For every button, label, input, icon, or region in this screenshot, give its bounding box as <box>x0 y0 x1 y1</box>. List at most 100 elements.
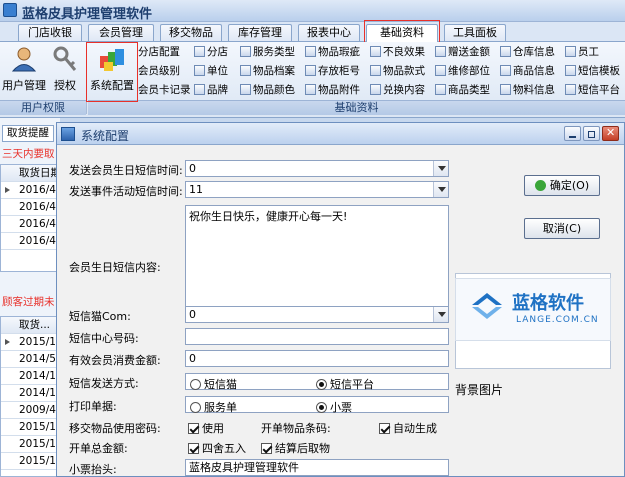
settle-checkbox[interactable]: 结算后取物 <box>261 440 330 456</box>
ok-button[interactable]: 确定(O) <box>524 175 600 196</box>
sms-platform-label: 短信平台 <box>578 84 620 96</box>
employee-item[interactable]: 员工 <box>565 44 599 60</box>
item-defect-item[interactable]: 物品瑕疵 <box>305 44 360 60</box>
min-spend-input[interactable]: 0 <box>185 350 449 367</box>
transfer-pwd-checkbox[interactable]: 使用 <box>188 420 224 436</box>
table-row[interactable]: 2015/1 <box>1 436 59 453</box>
product-type-item[interactable]: 商品类型 <box>435 82 490 98</box>
repair-part-item[interactable]: 维修部位 <box>435 63 490 79</box>
locker-no-item[interactable]: 存放柜号 <box>305 63 360 79</box>
material-info-item[interactable]: 物料信息 <box>500 82 555 98</box>
sms-method-cat-radio[interactable]: 短信猫 <box>190 376 237 392</box>
unit-label: 单位 <box>207 65 228 77</box>
item-color-item[interactable]: 物品颜色 <box>240 82 295 98</box>
tab-inventory[interactable]: 库存管理 <box>228 24 292 41</box>
table-icon <box>194 46 205 57</box>
exchange-content-label: 兑换内容 <box>383 84 425 96</box>
tab-transfer-items[interactable]: 移交物品 <box>160 24 222 41</box>
app-title: 蓝格皮具护理管理软件 <box>22 7 153 22</box>
locker-no-label: 存放柜号 <box>318 65 360 77</box>
table-row[interactable]: 2016/4/ <box>1 233 59 250</box>
table-icon <box>565 46 576 57</box>
table-row[interactable]: 2016/4/ <box>1 199 59 216</box>
grid-header[interactable]: 取货日期 <box>1 165 59 182</box>
chevron-down-icon[interactable] <box>433 161 448 176</box>
chevron-down-icon[interactable] <box>433 182 448 197</box>
table-row[interactable]: 2016/4/ <box>1 216 59 233</box>
unit-item[interactable]: 单位 <box>194 63 228 79</box>
table-row[interactable]: 2014/1 <box>1 368 59 385</box>
event-sms-time-label: 发送事件活动短信时间: <box>69 185 183 198</box>
table-row[interactable]: 2014/5 <box>1 351 59 368</box>
auth-button[interactable]: 授权 <box>48 44 82 98</box>
member-level-item[interactable]: 会员级别 <box>138 63 180 79</box>
table-icon <box>435 84 446 95</box>
print-service-radio[interactable]: 服务单 <box>190 399 237 415</box>
background-image-frame[interactable]: 蓝格软件 LANGE.COM.CN <box>455 273 611 369</box>
sms-center-input[interactable] <box>185 328 449 345</box>
dialog-title: 系统配置 <box>81 129 130 143</box>
table-icon <box>370 84 381 95</box>
print-label: 打印单据: <box>69 400 117 413</box>
minimize-button[interactable] <box>564 126 581 141</box>
member-card-record-item[interactable]: 会员卡记录 <box>138 82 191 98</box>
service-type-item[interactable]: 服务类型 <box>240 44 295 60</box>
close-button[interactable]: ✕ <box>602 126 619 141</box>
service-type-label: 服务类型 <box>253 46 295 58</box>
pickup-reminder-tab[interactable]: 取货提醒 <box>2 125 54 142</box>
product-info-item[interactable]: 商品信息 <box>500 63 555 79</box>
item-archive-item[interactable]: 物品档案 <box>240 63 295 79</box>
table-icon <box>240 46 251 57</box>
tab-member-mgmt[interactable]: 会员管理 <box>88 24 154 41</box>
exchange-content-item[interactable]: 兑换内容 <box>370 82 425 98</box>
table-row[interactable]: 2014/1 <box>1 385 59 402</box>
tab-tool-panel[interactable]: 工具面板 <box>444 24 506 41</box>
radio-off <box>190 379 201 390</box>
sms-method-platform-radio[interactable]: 短信平台 <box>316 376 374 392</box>
bad-effect-item[interactable]: 不良效果 <box>370 44 425 60</box>
round-checkbox[interactable]: 四舍五入 <box>188 440 246 456</box>
tab-store-checkout[interactable]: 门店收银 <box>18 24 82 41</box>
birthday-sms-content-textarea[interactable]: 祝你生日快乐，健康开心每一天! <box>185 205 449 309</box>
table-row[interactable]: 2015/1 <box>1 419 59 436</box>
maximize-button[interactable] <box>583 126 600 141</box>
warehouse-info-item[interactable]: 仓库信息 <box>500 44 555 60</box>
highlight-basic-data-tab <box>364 20 440 44</box>
bad-effect-label: 不良效果 <box>383 46 425 58</box>
table-row[interactable]: 2016/4/ <box>1 182 59 199</box>
user-icon <box>11 47 37 72</box>
table-row[interactable]: 2015/1 <box>1 453 59 470</box>
maximize-icon <box>588 131 595 138</box>
cancel-button[interactable]: 取消(C) <box>524 218 600 239</box>
table-row[interactable]: 2015/1 <box>1 334 59 351</box>
event-sms-time-select[interactable]: 11 <box>185 181 449 198</box>
pickup-grid-upcoming: 取货日期 2016/4/ 2016/4/ 2016/4/ 2016/4/ <box>0 164 60 272</box>
table-icon <box>370 65 381 76</box>
sms-template-item[interactable]: 短信模板 <box>565 63 620 79</box>
dialog-titlebar[interactable]: 系统配置 ✕ <box>57 123 624 145</box>
item-style-item[interactable]: 物品款式 <box>370 63 425 79</box>
sms-platform-item[interactable]: 短信平台 <box>565 82 620 98</box>
gift-amount-item[interactable]: 赠送金额 <box>435 44 490 60</box>
row-pointer-icon <box>5 187 10 193</box>
table-icon <box>500 84 511 95</box>
branch-config-item[interactable]: 分店配置 <box>138 44 180 60</box>
sms-method-group: 短信猫 短信平台 <box>185 373 449 392</box>
tab-reports[interactable]: 报表中心 <box>298 24 360 41</box>
order-barcode-checkbox[interactable]: 自动生成 <box>379 420 437 436</box>
repair-part-label: 维修部位 <box>448 65 490 77</box>
table-row[interactable]: 2009/4 <box>1 402 59 419</box>
branch-item[interactable]: 分店 <box>194 44 228 60</box>
brand-item[interactable]: 品牌 <box>194 82 228 98</box>
user-mgmt-button[interactable]: 用户管理 <box>2 44 46 98</box>
item-accessory-item[interactable]: 物品附件 <box>305 82 360 98</box>
birthday-sms-time-select[interactable]: 0 <box>185 160 449 177</box>
transfer-pwd-label: 移交物品使用密码: <box>69 422 161 435</box>
print-receipt-radio[interactable]: 小票 <box>316 399 352 415</box>
receipt-header-input[interactable]: 蓝格皮具护理管理软件 <box>185 459 449 476</box>
radio-on <box>316 379 327 390</box>
chevron-down-icon[interactable] <box>433 307 448 322</box>
item-archive-label: 物品档案 <box>253 65 295 77</box>
grid-header[interactable]: 取货... <box>1 317 59 334</box>
sms-cat-com-select[interactable]: 0 <box>185 306 449 323</box>
